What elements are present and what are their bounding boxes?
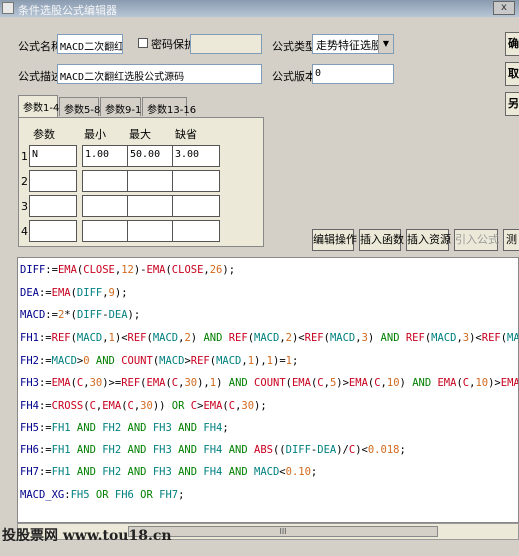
tab-params-5-8[interactable]: 参数5-8 (59, 97, 100, 116)
param-max-cell[interactable]: 50.00 (127, 145, 175, 167)
formula-type-label: 公式类型 (272, 40, 316, 53)
formula-version-input[interactable]: 0 (312, 64, 394, 84)
formula-type-value: 走势特征选股 (316, 39, 382, 52)
param-name-cell[interactable] (29, 220, 77, 242)
window-title: 条件选股公式编辑器 (18, 4, 117, 17)
insert-resource-button[interactable]: 插入资源 (406, 229, 451, 251)
formula-name-label: 公式名称 (18, 40, 62, 53)
param-header-name: 参数 (33, 128, 55, 141)
edit-ops-button[interactable]: 编辑操作 (312, 229, 357, 251)
param-max-cell[interactable] (127, 195, 175, 217)
tab-params-1-4[interactable]: 参数1-4 (18, 95, 59, 117)
password-protect-label: 密码保护 (151, 38, 195, 51)
code-line: FH1:=REF(MACD,1)<REF(MACD,2) AND REF(MAC… (20, 332, 519, 344)
code-line: FH7:=FH1 AND FH2 AND FH3 AND FH4 AND MAC… (20, 466, 318, 478)
code-line: FH2:=MACD>0 AND COUNT(MACD>REF(MACD,1),1… (20, 355, 299, 367)
cancel-button[interactable]: 取 (505, 62, 519, 86)
tab-params-13-16[interactable]: 参数13-16 (142, 97, 196, 116)
password-checkbox[interactable] (138, 38, 148, 48)
param-row-number: 3 (21, 200, 28, 213)
param-max-cell[interactable] (127, 220, 175, 242)
param-row-number: 1 (21, 150, 28, 163)
code-line: MACD:=2*(DIFF-DEA); (20, 309, 141, 321)
param-header-min: 最小 (84, 128, 106, 141)
scrollbar-thumb[interactable]: III (128, 526, 438, 537)
chevron-down-icon: ▼ (378, 35, 393, 53)
param-min-cell[interactable]: 1.00 (82, 145, 130, 167)
code-line: FH4:=CROSS(C,EMA(C,30)) OR C>EMA(C,30); (20, 400, 267, 412)
code-line: DIFF:=EMA(CLOSE,12)-EMA(CLOSE,26); (20, 264, 236, 276)
formula-code-editor[interactable]: DIFF:=EMA(CLOSE,12)-EMA(CLOSE,26); DEA:=E… (17, 257, 519, 523)
test-button[interactable]: 测 (503, 229, 519, 251)
formula-name-input[interactable]: MACD二次翻红 (57, 34, 123, 54)
code-line: MACD_XG:FH5 OR FH6 OR FH7; (20, 489, 185, 501)
tab-params-9-12[interactable]: 参数9-12 (100, 97, 148, 116)
param-header-max: 最大 (129, 128, 151, 141)
app-icon (2, 2, 14, 14)
param-row-number: 2 (21, 175, 28, 188)
param-default-cell[interactable]: 3.00 (172, 145, 220, 167)
param-row-number: 4 (21, 225, 28, 238)
param-min-cell[interactable] (82, 220, 130, 242)
code-line: DEA:=EMA(DIFF,9); (20, 287, 128, 299)
save-as-button[interactable]: 另 (505, 92, 519, 116)
param-name-cell[interactable] (29, 195, 77, 217)
confirm-button[interactable]: 确 (505, 32, 519, 56)
insert-function-button[interactable]: 插入函数 (359, 229, 404, 251)
param-min-cell[interactable] (82, 170, 130, 192)
formula-desc-label: 公式描述 (18, 70, 62, 83)
formula-type-select[interactable]: 走势特征选股 ▼ (312, 34, 394, 54)
param-min-cell[interactable] (82, 195, 130, 217)
param-default-cell[interactable] (172, 220, 220, 242)
status-bar (0, 541, 519, 556)
param-max-cell[interactable] (127, 170, 175, 192)
code-line: FH5:=FH1 AND FH2 AND FH3 AND FH4; (20, 422, 229, 434)
param-default-cell[interactable] (172, 170, 220, 192)
formula-desc-input[interactable]: MACD二次翻红选股公式源码 (57, 64, 262, 84)
code-line: FH3:=EMA(C,30)>=REF(EMA(C,30),1) AND COU… (20, 377, 519, 389)
import-formula-button[interactable]: 引入公式 (454, 229, 499, 251)
password-input[interactable] (190, 34, 262, 54)
title-bar: 条件选股公式编辑器 x (0, 0, 519, 17)
formula-version-label: 公式版本 (272, 70, 316, 83)
param-header-default: 缺省 (175, 128, 197, 141)
close-button[interactable]: x (493, 1, 515, 15)
code-line: FH6:=FH1 AND FH2 AND FH3 AND FH4 AND ABS… (20, 444, 406, 456)
param-default-cell[interactable] (172, 195, 220, 217)
param-name-cell[interactable] (29, 170, 77, 192)
param-name-cell[interactable]: N (29, 145, 77, 167)
